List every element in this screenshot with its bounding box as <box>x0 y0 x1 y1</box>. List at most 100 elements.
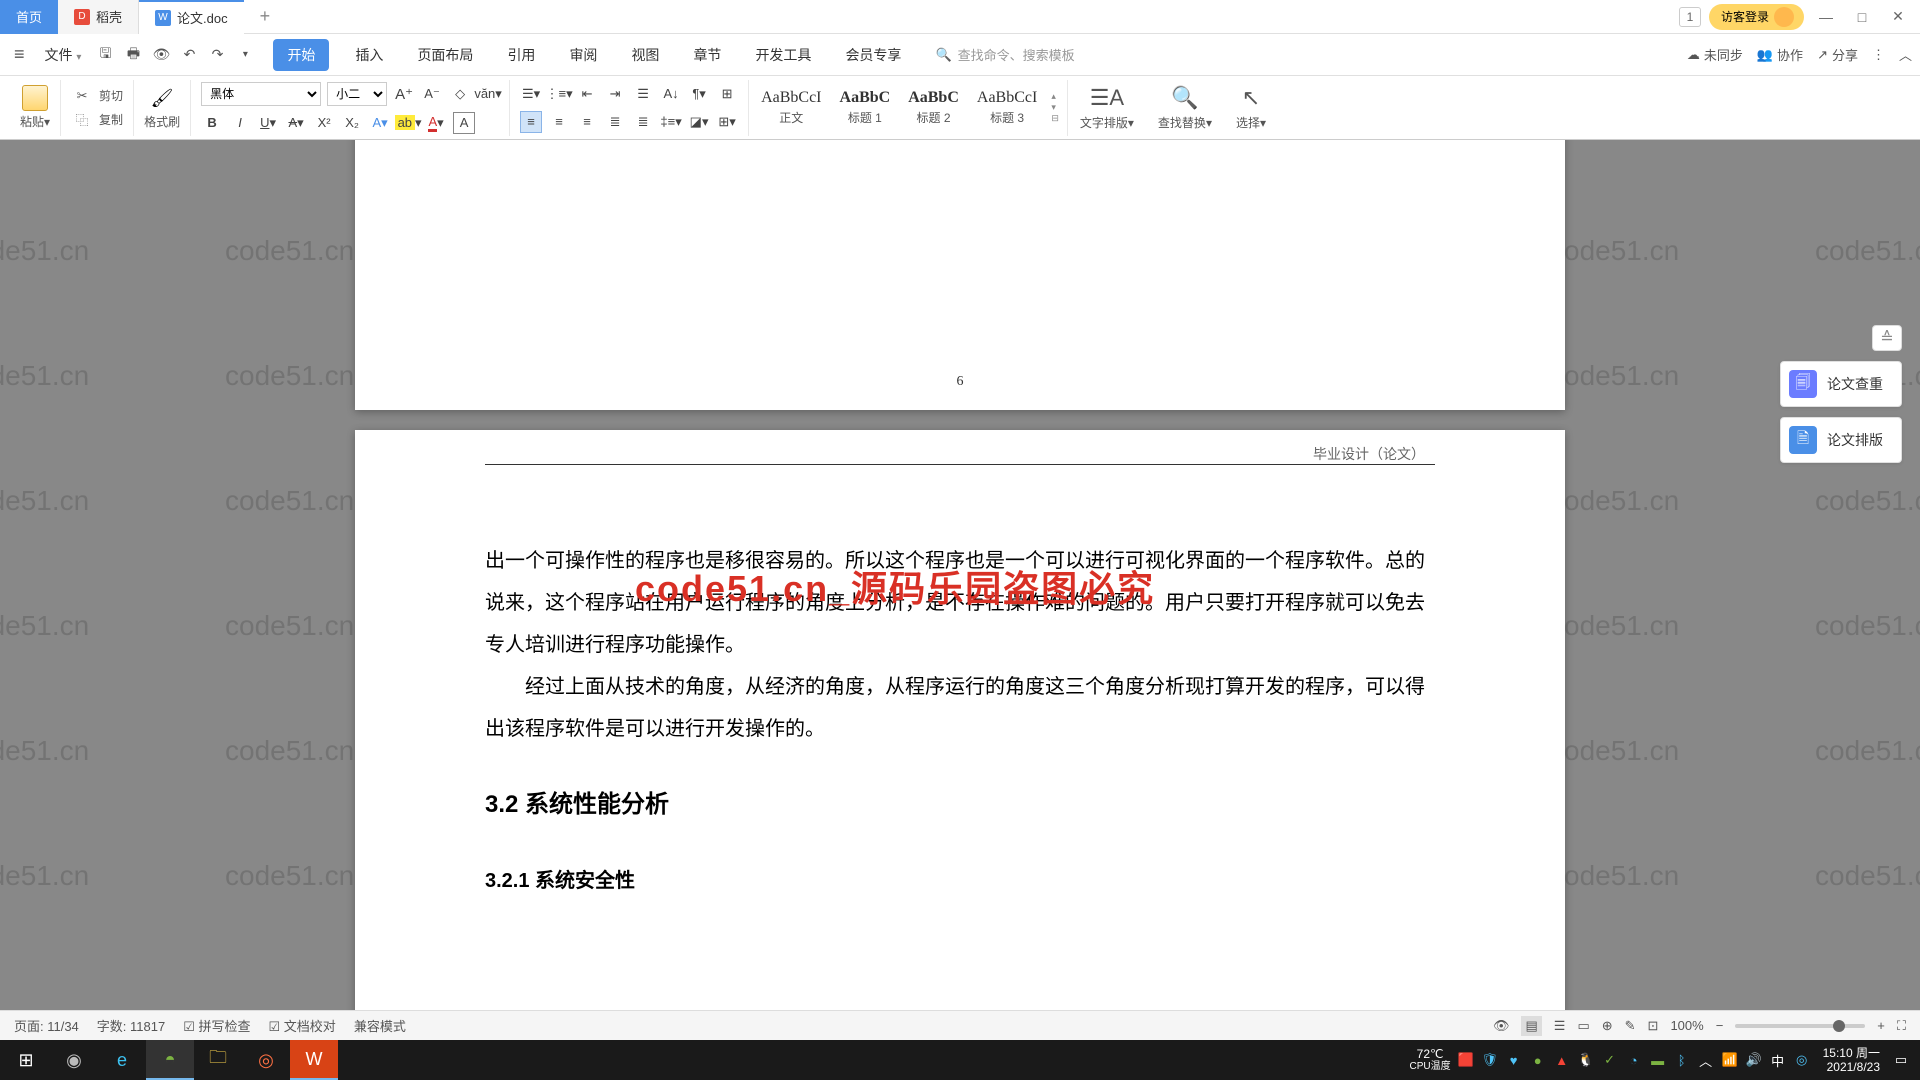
wps-icon[interactable]: W <box>290 1040 338 1080</box>
format-brush-icon[interactable]: 🖌 <box>149 85 175 111</box>
tab-add[interactable]: + <box>244 0 278 34</box>
highlight-button[interactable]: ab▾ <box>397 112 419 134</box>
grow-font-icon[interactable]: A⁺ <box>393 83 415 105</box>
asian-layout-button[interactable]: ☰ <box>632 83 654 105</box>
zoom-value[interactable]: 100% <box>1670 1018 1703 1033</box>
tray-expand-icon[interactable]: ︿ <box>1697 1051 1715 1069</box>
page-content[interactable]: 出一个可操作性的程序也是移很容易的。所以这个程序也是一个可以进行可视化界面的一个… <box>355 430 1565 952</box>
start-button[interactable]: ⊞ <box>2 1040 50 1080</box>
sync-button[interactable]: ☁未同步 <box>1687 45 1743 64</box>
proof-button[interactable]: ☑ 文档校对 <box>269 1016 336 1035</box>
copy-icon[interactable]: ⿻ <box>71 109 93 131</box>
thesis-format-button[interactable]: 🗎论文排版 <box>1780 417 1902 463</box>
ime-icon[interactable]: 中 <box>1769 1051 1787 1069</box>
tray-icon[interactable]: ▬ <box>1649 1051 1667 1069</box>
search-box[interactable]: 🔍查找命令、搜索模板 <box>935 45 1074 64</box>
style-up-icon[interactable]: ▴ <box>1051 91 1059 102</box>
font-name-select[interactable]: 黑体 <box>201 82 321 106</box>
browser-icon[interactable]: ◓ <box>146 1040 194 1080</box>
preview-icon[interactable]: 👁 <box>151 45 171 65</box>
ie-icon[interactable]: e <box>98 1040 146 1080</box>
style-more-icon[interactable]: ⊟ <box>1051 113 1059 124</box>
box-indicator[interactable]: 1 <box>1679 7 1701 27</box>
numbering-button[interactable]: ⋮≡▾ <box>548 83 570 105</box>
align-justify-button[interactable]: ≣ <box>604 111 626 133</box>
borders-button[interactable]: ⊞▾ <box>716 111 738 133</box>
view-page-icon[interactable]: ▤ <box>1521 1016 1541 1036</box>
fit-icon[interactable]: ⊡ <box>1648 1018 1659 1034</box>
style-h1[interactable]: AaBbC标题 1 <box>832 87 899 128</box>
align-left-button[interactable]: ≡ <box>520 111 542 133</box>
explorer-icon[interactable]: 🗀 <box>194 1040 242 1080</box>
qat-more-icon[interactable]: ▾ <box>235 45 255 65</box>
maximize-button[interactable]: □ <box>1848 3 1876 31</box>
sort-button[interactable]: A↓ <box>660 83 682 105</box>
increase-indent-button[interactable]: ⇥ <box>604 83 626 105</box>
align-center-button[interactable]: ≡ <box>548 111 570 133</box>
edit-icon[interactable]: ✎ <box>1625 1018 1636 1034</box>
file-menu[interactable]: 文件 ▾ <box>37 45 90 65</box>
char-border-button[interactable]: A <box>453 112 475 134</box>
align-distribute-button[interactable]: ≣ <box>632 111 654 133</box>
find-replace-button[interactable]: 🔍查找替换▾ <box>1146 85 1224 131</box>
tab-button[interactable]: ¶▾ <box>688 83 710 105</box>
show-marks-button[interactable]: ⊞ <box>716 83 738 105</box>
clock[interactable]: 15:10 周一2021/8/23 <box>1817 1046 1886 1075</box>
zoom-slider[interactable] <box>1735 1024 1865 1028</box>
decrease-indent-button[interactable]: ⇤ <box>576 83 598 105</box>
menu-review[interactable]: 审阅 <box>561 39 605 71</box>
app-icon[interactable]: ◎ <box>242 1040 290 1080</box>
view-outline-icon[interactable]: ☰ <box>1554 1018 1566 1034</box>
redo-icon[interactable]: ↷ <box>207 45 227 65</box>
shrink-font-icon[interactable]: A⁻ <box>421 83 443 105</box>
tray-icon[interactable]: ▲ <box>1553 1051 1571 1069</box>
menu-start[interactable]: 开始 <box>273 39 329 71</box>
bullets-button[interactable]: ☰▾ <box>520 83 542 105</box>
bluetooth-icon[interactable]: ᛒ <box>1673 1051 1691 1069</box>
eye-protect-icon[interactable]: 👁 <box>1493 1018 1510 1034</box>
save-icon[interactable]: 🖫 <box>95 45 115 65</box>
tray-icon[interactable]: 🛡 <box>1481 1051 1499 1069</box>
menu-member[interactable]: 会员专享 <box>837 39 909 71</box>
line-spacing-button[interactable]: ‡≡▾ <box>660 111 682 133</box>
menu-insert[interactable]: 插入 <box>347 39 391 71</box>
side-toggle-icon[interactable]: ≙ <box>1872 325 1902 351</box>
more-icon[interactable]: ⋮ <box>1872 47 1885 63</box>
font-size-select[interactable]: 小二 <box>327 82 387 106</box>
tab-home[interactable]: 首页 <box>0 0 58 34</box>
tray-icon[interactable]: ♥ <box>1505 1051 1523 1069</box>
plagiarism-check-button[interactable]: 🗐论文查重 <box>1780 361 1902 407</box>
zoom-in-button[interactable]: + <box>1877 1018 1885 1033</box>
font-color-button[interactable]: A▾ <box>425 112 447 134</box>
collapse-ribbon-icon[interactable]: ︿ <box>1899 45 1912 64</box>
share-button[interactable]: ↗分享 <box>1817 45 1858 64</box>
view-read-icon[interactable]: ▭ <box>1577 1018 1589 1034</box>
tray-icon[interactable]: 🟥 <box>1457 1051 1475 1069</box>
italic-button[interactable]: I <box>229 112 251 134</box>
underline-button[interactable]: U▾ <box>257 112 279 134</box>
menu-view[interactable]: 视图 <box>623 39 667 71</box>
phonetic-icon[interactable]: văn▾ <box>477 83 499 105</box>
spell-check-button[interactable]: ☑ 拼写检查 <box>183 1016 250 1035</box>
collab-button[interactable]: 👥协作 <box>1757 45 1803 64</box>
tab-daoke[interactable]: D稻壳 <box>58 0 139 34</box>
close-button[interactable]: ✕ <box>1884 3 1912 31</box>
paste-icon[interactable] <box>22 85 48 111</box>
clear-format-icon[interactable]: ◇ <box>449 83 471 105</box>
tab-document[interactable]: W论文.doc <box>139 0 244 34</box>
undo-icon[interactable]: ↶ <box>179 45 199 65</box>
volume-icon[interactable]: 🔊 <box>1745 1051 1763 1069</box>
align-right-button[interactable]: ≡ <box>576 111 598 133</box>
hamburger-icon[interactable]: ≡ <box>8 44 31 65</box>
fullscreen-icon[interactable]: ⛶ <box>1897 1018 1906 1034</box>
menu-chapter[interactable]: 章节 <box>685 39 729 71</box>
word-count[interactable]: 字数: 11817 <box>97 1016 165 1035</box>
menu-dev[interactable]: 开发工具 <box>747 39 819 71</box>
tray-icon[interactable]: ● <box>1529 1051 1547 1069</box>
menu-layout[interactable]: 页面布局 <box>409 39 481 71</box>
superscript-button[interactable]: X² <box>313 112 335 134</box>
tray-icon[interactable]: ✓ <box>1601 1051 1619 1069</box>
bold-button[interactable]: B <box>201 112 223 134</box>
print-icon[interactable]: 🖶 <box>123 45 143 65</box>
zoom-out-button[interactable]: − <box>1716 1018 1724 1033</box>
